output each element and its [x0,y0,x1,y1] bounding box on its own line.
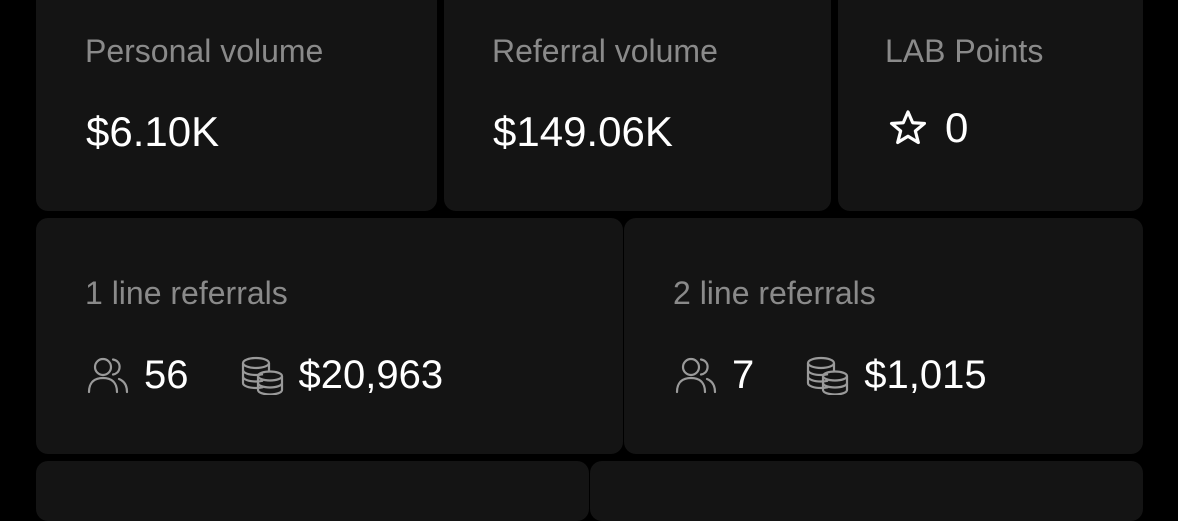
referral-volume-value: $149.06K [493,108,673,155]
line2-referrals-label: 2 line referrals [673,275,876,311]
line2-referrals-card: 2 line referrals 7 $1,015 [624,218,1143,454]
users-icon [86,355,130,395]
star-icon [887,107,929,149]
line1-referrals-card: 1 line referrals 56 $20,963 [36,218,623,454]
coins-icon [804,355,850,395]
personal-volume-label: Personal volume [85,33,324,69]
users-icon [674,355,718,395]
line1-users-count: 56 [144,353,189,397]
lab-points-value: 0 [945,104,969,151]
line2-users-count: 7 [732,353,755,397]
personal-volume-card: Personal volume $6.10K [36,0,437,211]
referral-volume-label: Referral volume [492,33,718,69]
lab-points-card: LAB Points 0 [838,0,1143,211]
line2-amount: $1,015 [864,353,987,397]
line1-amount: $20,963 [298,353,444,397]
line2-referrals-stats: 7 $1,015 [674,355,987,395]
coins-icon [239,355,285,395]
bottom-right-card [590,461,1143,521]
line1-referrals-label: 1 line referrals [85,275,288,311]
lab-points-label: LAB Points [885,33,1044,69]
personal-volume-value: $6.10K [86,108,220,155]
lab-points-stat: 0 [887,107,968,149]
bottom-left-card [36,461,589,521]
line1-referrals-stats: 56 $20,963 [86,355,443,395]
referral-volume-card: Referral volume $149.06K [444,0,831,211]
